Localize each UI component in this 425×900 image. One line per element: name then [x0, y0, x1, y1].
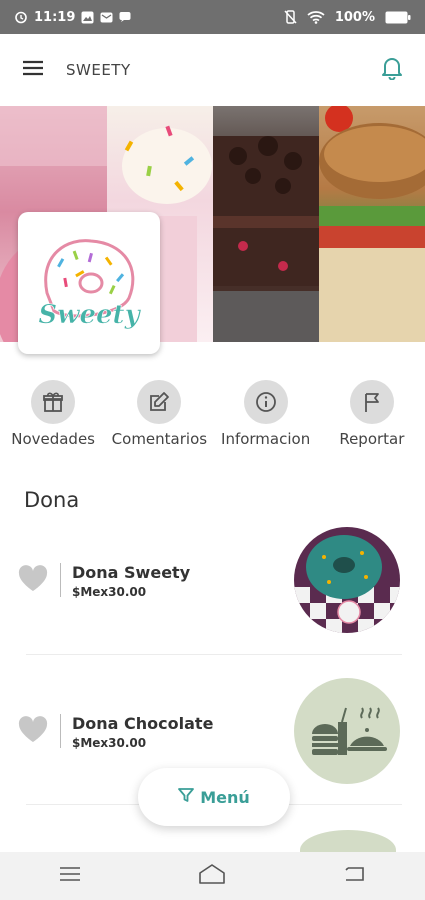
item-divider: [60, 563, 61, 597]
logo-wordmark: Sweety: [38, 300, 141, 330]
item-price: $Mex30.00: [72, 585, 147, 599]
item-price: $Mex30.00: [72, 736, 147, 750]
status-time: 11:19: [34, 9, 76, 25]
item-photo-donut[interactable]: [294, 527, 400, 633]
item-name: Dona Sweety: [72, 563, 191, 582]
action-label: Novedades: [11, 430, 96, 448]
menu-button-label: Menú: [200, 787, 250, 807]
wifi-icon: [307, 10, 325, 24]
action-comentarios[interactable]: Comentarios: [109, 380, 209, 450]
category-title: Dona: [24, 488, 80, 512]
gift-icon[interactable]: [31, 380, 76, 424]
hamburger-menu-icon[interactable]: [22, 59, 44, 81]
banner-sandwich-photo: [319, 106, 425, 342]
action-label: Informacion: [221, 430, 311, 448]
battery-icon: [385, 11, 411, 24]
bell-icon[interactable]: [381, 56, 403, 84]
flag-icon[interactable]: [349, 380, 394, 424]
system-nav-bar: [0, 852, 425, 900]
restaurant-logo: Sweety: [18, 212, 160, 354]
mail-icon: [100, 11, 113, 24]
home-icon[interactable]: [198, 863, 226, 889]
edit-icon[interactable]: [137, 380, 182, 424]
vibrate-off-icon: [284, 10, 297, 24]
info-icon[interactable]: [243, 380, 288, 424]
menu-item[interactable]: Dona Sweety $Mex30.00: [0, 527, 425, 647]
status-bar: 11:19 100%: [0, 0, 425, 34]
menu-filter-button[interactable]: Menú: [138, 768, 290, 826]
food-placeholder-icon: [312, 707, 387, 755]
recent-apps-icon[interactable]: [59, 866, 81, 886]
action-novedades[interactable]: Novedades: [3, 380, 103, 450]
image-notification-icon: [81, 11, 94, 24]
chat-icon: [119, 11, 131, 23]
heart-icon[interactable]: [18, 716, 48, 747]
action-informacion[interactable]: Informacion: [216, 380, 316, 450]
action-reportar[interactable]: Reportar: [322, 380, 422, 450]
filter-icon: [178, 787, 195, 807]
donut-logo-icon: Sweety: [38, 239, 142, 330]
page-title: SWEETY: [66, 61, 131, 79]
battery-level: 100%: [334, 9, 375, 25]
action-label: Reportar: [339, 430, 405, 448]
item-divider: [60, 714, 61, 748]
back-icon[interactable]: [344, 866, 366, 886]
heart-icon[interactable]: [18, 565, 48, 596]
item-photo-placeholder[interactable]: [294, 678, 400, 784]
alarm-icon: [14, 10, 28, 24]
action-row: Novedades Comentarios Informacion Report…: [0, 380, 425, 450]
action-label: Comentarios: [111, 430, 208, 448]
item-name: Dona Chocolate: [72, 714, 214, 733]
list-divider: [26, 654, 402, 655]
banner-brownie-photo: [213, 106, 319, 342]
app-bar: SWEETY: [0, 34, 425, 106]
